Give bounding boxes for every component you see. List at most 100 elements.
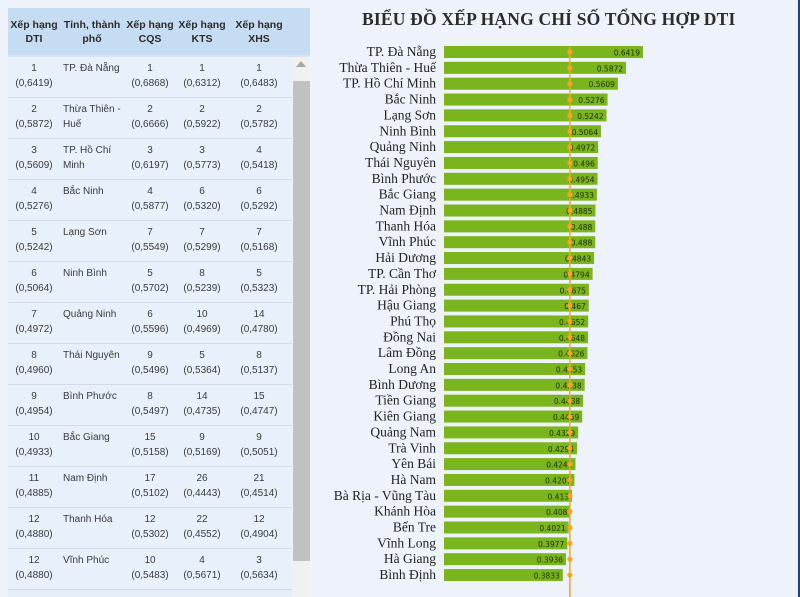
rank-value: 15 [253, 391, 265, 402]
reference-point [567, 429, 573, 435]
reference-point [567, 271, 573, 277]
data-label: 0.488 [571, 223, 593, 232]
rank-value: 12 [28, 555, 40, 566]
header-xhs-rank[interactable]: Xếp hạng XHS [228, 8, 290, 55]
category-label: Đồng Nai [383, 329, 436, 344]
score-value: (0,4735) [183, 405, 221, 417]
cell-xhs: 21 (0,4514) [228, 472, 290, 507]
cell-province: Lạng Sơn [60, 226, 124, 261]
province-name: Thanh Hóa [63, 514, 113, 525]
table-row[interactable]: 12 (0,4880) Vĩnh Phúc 10 (0,5483) 4 (0,5671) 3 (… [8, 549, 292, 590]
cell-xhs: 15 (0,4747) [228, 390, 290, 425]
cell-cqs: 7 (0,5549) [124, 226, 176, 261]
data-label: 0.4459 [553, 413, 579, 422]
table-row[interactable]: 7 (0,4972) Quảng Ninh 6 (0,5596) 10 (0,4969) 14… [8, 303, 292, 344]
province-name: Ninh Bình [63, 268, 107, 279]
header-province[interactable]: Tỉnh, thành phố [60, 8, 124, 55]
rank-value: 5 [199, 350, 205, 361]
header-dti-rank[interactable]: Xếp hạng DTI [8, 8, 60, 55]
table-row[interactable]: 2 (0,5872) Thừa Thiên - Huế 2 (0,6666) 2 (0,59… [8, 98, 292, 139]
table-row[interactable]: 6 (0,5064) Ninh Bình 5 (0,5702) 8 (0,5239) 5 (0,… [8, 262, 292, 303]
score-value: (0,5320) [183, 200, 221, 212]
table-row[interactable]: 1 (0,6419) TP. Đà Nẵng 1 (0,6868) 1 (0,6312) 1 (… [8, 57, 292, 98]
cell-xhs: 14 (0,4780) [228, 308, 290, 343]
vertical-scrollbar[interactable] [292, 57, 310, 597]
table-row[interactable]: 9 (0,4954) Bình Phước 8 (0,5497) 14 (0,4735) 15… [8, 385, 292, 426]
reference-point [567, 350, 573, 356]
score-value: (0,5364) [183, 364, 221, 376]
category-label: Trà Vinh [388, 440, 436, 455]
header-cqs-rank[interactable]: Xếp hạng CQS [124, 8, 176, 55]
score-value: (0,6419) [15, 77, 53, 89]
category-label: Thừa Thiên - Huế [339, 60, 437, 75]
data-label: 0.5609 [589, 80, 615, 89]
category-label: Phú Thọ [390, 313, 436, 328]
dti-ranking-table: Xếp hạng DTI Tỉnh, thành phố Xếp hạng CQ… [8, 8, 310, 597]
cell-xhs: 2 (0,5782) [228, 103, 290, 138]
table-row[interactable]: 10 (0,4933) Bắc Giang 15 (0,5158) 9 (0,5169) 9 (… [8, 426, 292, 467]
score-value: (0,5242) [15, 241, 53, 253]
category-label: Bình Phước [372, 171, 436, 186]
rank-value: 1 [199, 63, 205, 74]
category-label: Hậu Giang [377, 298, 436, 313]
category-label: TP. Đà Nẵng [367, 44, 437, 59]
table-row[interactable]: 3 (0,5609) TP. Hồ Chí Minh 3 (0,6197) 3 (0,577… [8, 139, 292, 180]
reference-point [567, 461, 573, 467]
rank-value: 3 [199, 145, 205, 156]
cell-kts: 1 (0,6312) [176, 62, 228, 97]
rank-value: 2 [256, 104, 262, 115]
data-label: 0.5064 [572, 128, 598, 137]
scrollbar-thumb[interactable] [293, 81, 310, 561]
rank-value: 7 [199, 227, 205, 238]
cell-cqs: 3 (0,6197) [124, 144, 176, 179]
cell-province: Vĩnh Phúc [60, 554, 124, 589]
data-label: 0.3977 [538, 540, 564, 549]
reference-point [567, 128, 573, 134]
cell-province: Quảng Ninh [60, 308, 124, 343]
reference-point [567, 96, 573, 103]
cell-cqs: 5 (0,5702) [124, 267, 176, 302]
category-label: TP. Cần Thơ [368, 266, 437, 281]
table-row[interactable]: 8 (0,4960) Thái Nguyên 9 (0,5496) 5 (0,5364) 8 (… [8, 344, 292, 385]
cell-dti: 12 (0,4880) [8, 513, 60, 548]
score-value: (0,4747) [240, 405, 278, 417]
cell-province: Bắc Ninh [60, 185, 124, 220]
data-label: 0.6419 [614, 49, 640, 58]
rank-value: 12 [253, 514, 265, 525]
rank-value: 12 [144, 514, 156, 525]
table-row[interactable]: 11 (0,4885) Nam Định 17 (0,5102) 26 (0,4443) 21… [8, 467, 292, 508]
score-value: (0,5102) [131, 487, 169, 499]
category-label: Hà Giang [384, 551, 436, 566]
score-value: (0,5169) [183, 446, 221, 458]
score-value: (0,4514) [240, 487, 278, 499]
score-value: (0,6197) [131, 159, 169, 171]
rank-value: 5 [31, 227, 37, 238]
cell-cqs: 4 (0,5877) [124, 185, 176, 220]
page: Xếp hạng DTI Tỉnh, thành phố Xếp hạng CQ… [0, 0, 800, 597]
header-kts-rank[interactable]: Xếp hạng KTS [176, 8, 228, 55]
province-name: Bình Phước [63, 391, 117, 402]
rank-value: 2 [199, 104, 205, 115]
category-label: Kiên Giang [373, 409, 436, 424]
table-body-scroll-area[interactable]: 1 (0,6419) TP. Đà Nẵng 1 (0,6868) 1 (0,6312) 1 (… [8, 57, 310, 597]
scroll-up-arrow-icon[interactable] [296, 61, 306, 67]
reference-point [567, 572, 573, 578]
score-value: (0,5609) [15, 159, 53, 171]
category-label: Hải Dương [375, 250, 436, 265]
table-row[interactable]: 4 (0,5276) Bắc Ninh 4 (0,5877) 6 (0,5320) 6 (0,5… [8, 180, 292, 221]
score-value: (0,6483) [240, 77, 278, 89]
cell-kts: 14 (0,4735) [176, 390, 228, 425]
cell-dti: 1 (0,6419) [8, 62, 60, 97]
score-value: (0,6868) [131, 77, 169, 89]
reference-point [567, 318, 573, 325]
table-row[interactable]: 12 (0,4880) Thanh Hóa 12 (0,5302) 22 (0,4552) 1… [8, 508, 292, 549]
cell-xhs: 8 (0,5137) [228, 349, 290, 384]
rank-value: 7 [256, 227, 262, 238]
cell-province: TP. Đà Nẵng [60, 62, 124, 97]
reference-point [567, 398, 573, 404]
rank-value: 1 [256, 63, 262, 74]
category-label: Hà Nam [391, 472, 437, 487]
table-row[interactable]: 5 (0,5242) Lạng Sơn 7 (0,5549) 7 (0,5299) 7 (0,5… [8, 221, 292, 262]
data-label: 0.3833 [534, 572, 560, 581]
cell-province: Ninh Bình [60, 267, 124, 302]
